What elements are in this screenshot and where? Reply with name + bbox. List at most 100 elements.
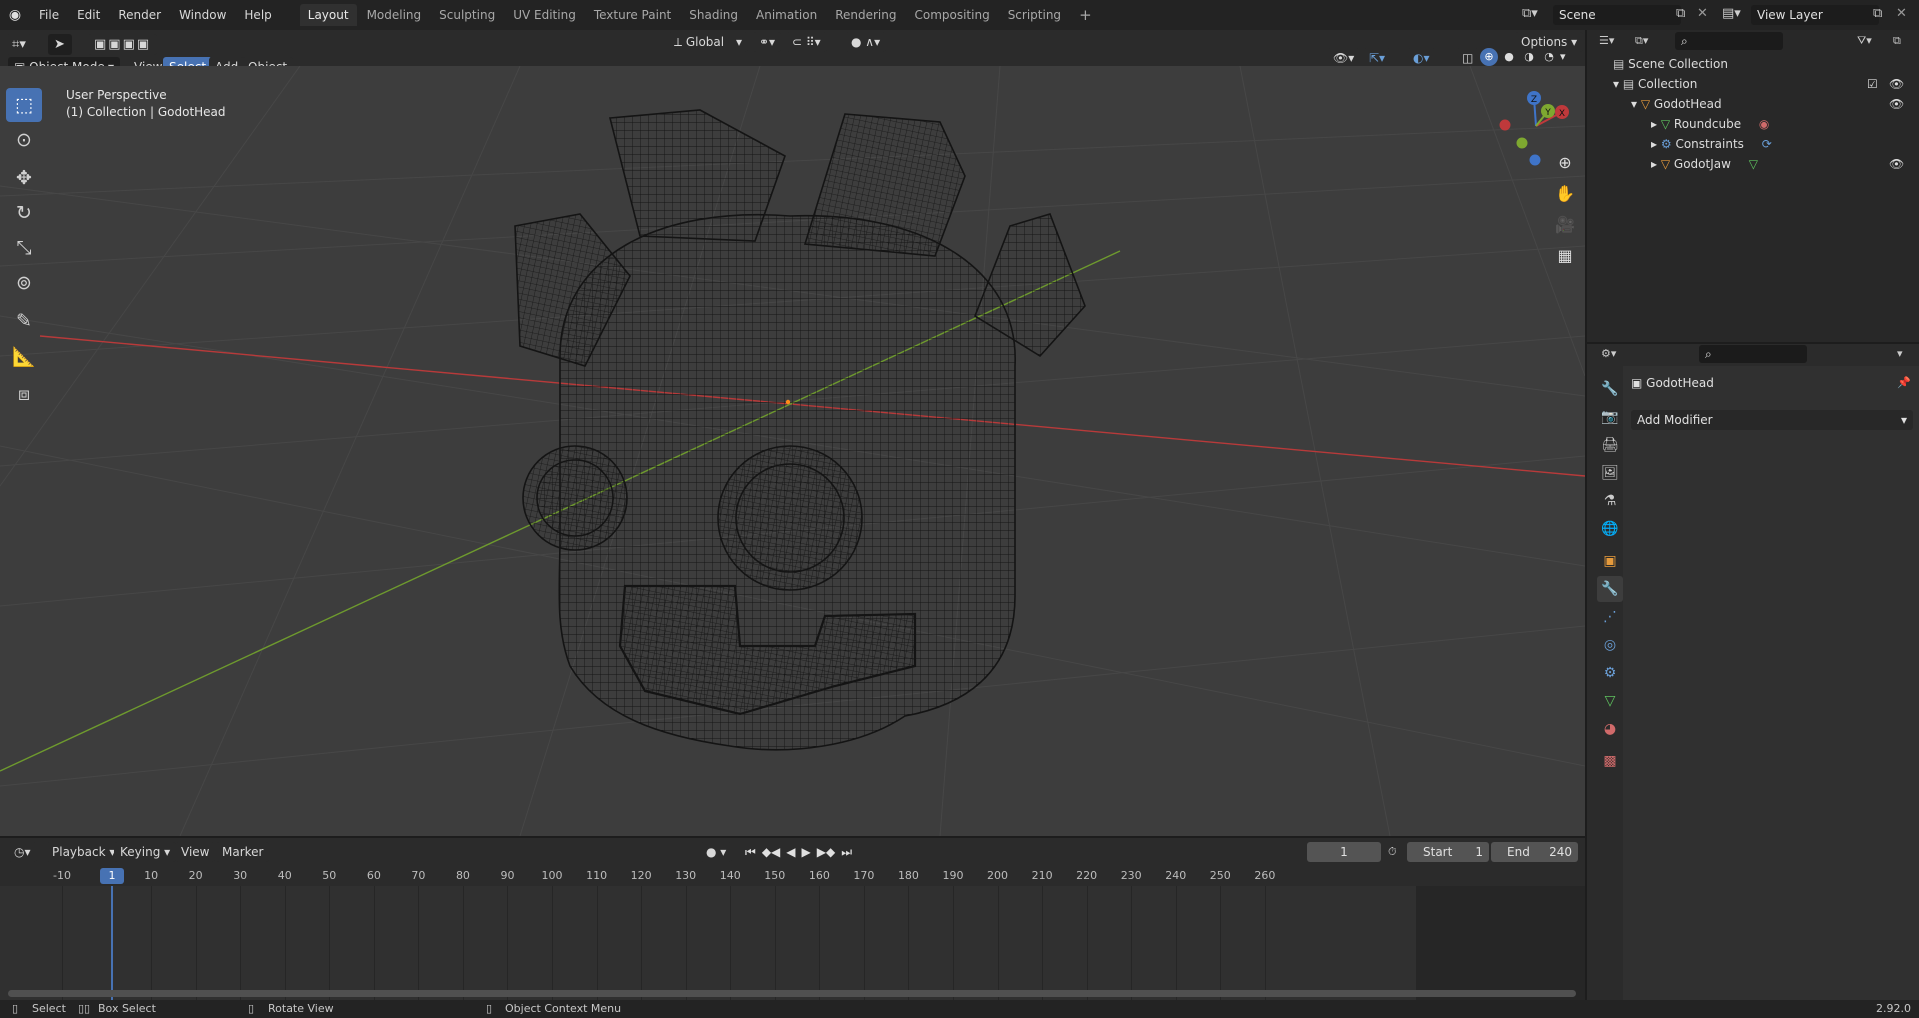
world-tab-icon[interactable]: 🌐 [1597, 516, 1623, 542]
eye-icon[interactable]: 👁 [1889, 154, 1904, 174]
view-layer-icon[interactable]: ▤▾ [1722, 6, 1741, 21]
menu-window[interactable]: Window [170, 0, 235, 30]
gizmo-toggle-icon[interactable]: ⇱▾ [1363, 48, 1392, 68]
tab-layout[interactable]: Layout [299, 4, 357, 26]
jump-end-icon[interactable]: ⏭ [841, 842, 852, 862]
tab-uv-editing[interactable]: UV Editing [505, 4, 584, 26]
visibility-icon[interactable]: 👁▾ [1327, 48, 1361, 68]
new-view-layer-icon[interactable]: ⧉ [1873, 6, 1882, 21]
scene-field[interactable]: Scene [1553, 5, 1681, 25]
new-collection-icon[interactable]: ⧉ [1893, 34, 1901, 48]
child-row-constraints[interactable]: ▸ ⚙ Constraints ⟳ [1651, 134, 1913, 154]
scene-tab-icon[interactable]: ⚗ [1597, 488, 1623, 514]
data-tab-icon[interactable]: ▽ [1597, 688, 1623, 714]
add-workspace-button[interactable]: + [1071, 4, 1100, 26]
start-frame-field[interactable]: Start 1 [1407, 842, 1489, 862]
child-row-godotjaw[interactable]: ▸ ▽ GodotJaw ▽ 👁 [1651, 154, 1913, 174]
3d-viewport[interactable]: User Perspective (1) Collection | GodotH… [0, 66, 1585, 836]
properties-search[interactable]: ⌕ [1699, 345, 1807, 363]
scale-icon[interactable]: ⤡ [6, 231, 42, 265]
menu-render[interactable]: Render [109, 0, 170, 30]
tab-modeling[interactable]: Modeling [359, 4, 430, 26]
view-layer-field[interactable]: View Layer [1751, 5, 1879, 25]
move-icon[interactable]: ✥ [6, 161, 42, 195]
add-cube-icon[interactable]: ⧈ [6, 377, 42, 411]
add-modifier-dropdown[interactable]: Add Modifier ▾ [1631, 410, 1913, 430]
end-frame-field[interactable]: End 240 [1491, 842, 1578, 862]
view-layer-tab-icon[interactable]: 🖼 [1597, 460, 1623, 486]
output-tab-icon[interactable]: 🖨 [1597, 432, 1623, 458]
selection-mode-icons[interactable]: ▣▣▣▣ [88, 34, 158, 55]
expand-arrow-icon[interactable]: ▸ [1651, 117, 1661, 131]
rotate-icon[interactable]: ↻ [6, 196, 42, 230]
menu-keying[interactable]: Keying ▾ [114, 842, 177, 862]
pan-hand-icon[interactable]: ✋ [1551, 179, 1579, 207]
physics-tab-icon[interactable]: ◎ [1597, 632, 1623, 658]
tab-texture-paint[interactable]: Texture Paint [586, 4, 679, 26]
annotate-icon[interactable]: ✎ [6, 304, 42, 338]
menu-marker[interactable]: Marker [216, 842, 270, 862]
play-reverse-icon[interactable]: ◀ [786, 842, 795, 862]
outliner-search[interactable]: ⌕ [1675, 32, 1783, 50]
expand-arrow-icon[interactable]: ▾ [1631, 97, 1641, 111]
tab-shading[interactable]: Shading [681, 4, 746, 26]
playhead-marker[interactable]: 1 [100, 868, 124, 884]
current-frame-field[interactable]: 1 [1307, 842, 1381, 862]
menu-timeline-view[interactable]: View [175, 842, 216, 862]
tool-tab-icon[interactable]: 🔧 [1597, 376, 1623, 402]
display-mode-icon[interactable]: ⧉▾ [1635, 34, 1648, 48]
collection-row[interactable]: ▾ ▤ Collection ☑ 👁 [1613, 74, 1913, 94]
particles-tab-icon[interactable]: ⋰ [1597, 604, 1623, 630]
wireframe-shading-icon[interactable]: ⊕ [1480, 48, 1498, 66]
zoom-icon[interactable]: ⊕ [1551, 148, 1579, 176]
transform-icon[interactable]: ⊚ [6, 266, 42, 300]
menu-playback[interactable]: Playback ▾ [46, 842, 122, 862]
tab-sculpting[interactable]: Sculpting [431, 4, 503, 26]
render-tab-icon[interactable]: 📷 [1597, 404, 1623, 430]
constraints-tab-icon[interactable]: ⚙ [1597, 660, 1623, 686]
preview-range-icon[interactable]: ⏱ [1388, 845, 1397, 859]
proportional-edit-icon[interactable]: ● ∧▾ [845, 32, 887, 52]
menu-help[interactable]: Help [235, 0, 280, 30]
eye-icon[interactable]: 👁 [1889, 74, 1904, 94]
delete-view-layer-icon[interactable]: ✕ [1896, 6, 1907, 21]
options-dropdown[interactable]: Options ▾ [1515, 32, 1584, 52]
timeline-scrollbar[interactable] [8, 990, 1576, 997]
tab-rendering[interactable]: Rendering [827, 4, 904, 26]
properties-editor-icon[interactable]: ⚙▾ [1601, 347, 1616, 360]
object-row-godothead[interactable]: ▾ ▽ GodotHead 👁 [1631, 94, 1913, 114]
new-scene-icon[interactable]: ⧉ [1676, 6, 1685, 21]
object-tab-icon[interactable]: ▣ [1597, 548, 1623, 574]
eye-icon[interactable]: 👁 [1889, 94, 1904, 114]
material-tab-icon[interactable]: ◕ [1597, 716, 1623, 742]
prev-keyframe-icon[interactable]: ◆◀ [762, 842, 780, 862]
expand-arrow-icon[interactable]: ▸ [1651, 157, 1661, 171]
expand-arrow-icon[interactable]: ▾ [1613, 77, 1623, 91]
measure-icon[interactable]: 📐 [6, 339, 42, 373]
pin-icon[interactable]: 📌 [1897, 376, 1911, 389]
chevron-down-icon[interactable]: ▾ [1897, 347, 1903, 360]
auto-keying-icon[interactable]: ● ▾ [700, 842, 733, 862]
tab-animation[interactable]: Animation [748, 4, 825, 26]
timeline-editor-icon[interactable]: ◷▾ [8, 842, 37, 862]
outliner-editor-icon[interactable]: ☰▾ [1599, 34, 1614, 47]
editor-type-icon[interactable]: ⌗▾ [6, 34, 32, 55]
perspective-grid-icon[interactable]: ▦ [1551, 241, 1579, 269]
xray-toggle-icon[interactable]: ◫ [1456, 48, 1480, 68]
expand-arrow-icon[interactable]: ▸ [1651, 137, 1661, 151]
godot-head-mesh[interactable] [0, 66, 1585, 836]
camera-icon[interactable]: 🎥 [1551, 210, 1579, 238]
jump-start-icon[interactable]: ⏮ [745, 842, 756, 862]
select-box-icon[interactable]: ⬚ [6, 88, 42, 122]
transform-orientation-dropdown[interactable]: ⟂ Global ▾ [668, 32, 748, 52]
select-tool-icon[interactable]: ➤ [48, 34, 72, 55]
snap-icon[interactable]: ⊂ ⠿▾ [786, 32, 827, 52]
next-keyframe-icon[interactable]: ▶◆ [817, 842, 835, 862]
checkbox-icon[interactable]: ☑ [1867, 74, 1878, 94]
overlay-toggle-icon[interactable]: ◐▾ [1407, 48, 1436, 68]
delete-scene-icon[interactable]: ✕ [1697, 6, 1708, 21]
cursor-icon[interactable]: ⊙ [6, 123, 42, 157]
scene-icon[interactable]: ⧉▾ [1522, 6, 1538, 21]
modifier-tab-icon[interactable]: 🔧 [1597, 576, 1623, 602]
menu-file[interactable]: File [30, 0, 68, 30]
